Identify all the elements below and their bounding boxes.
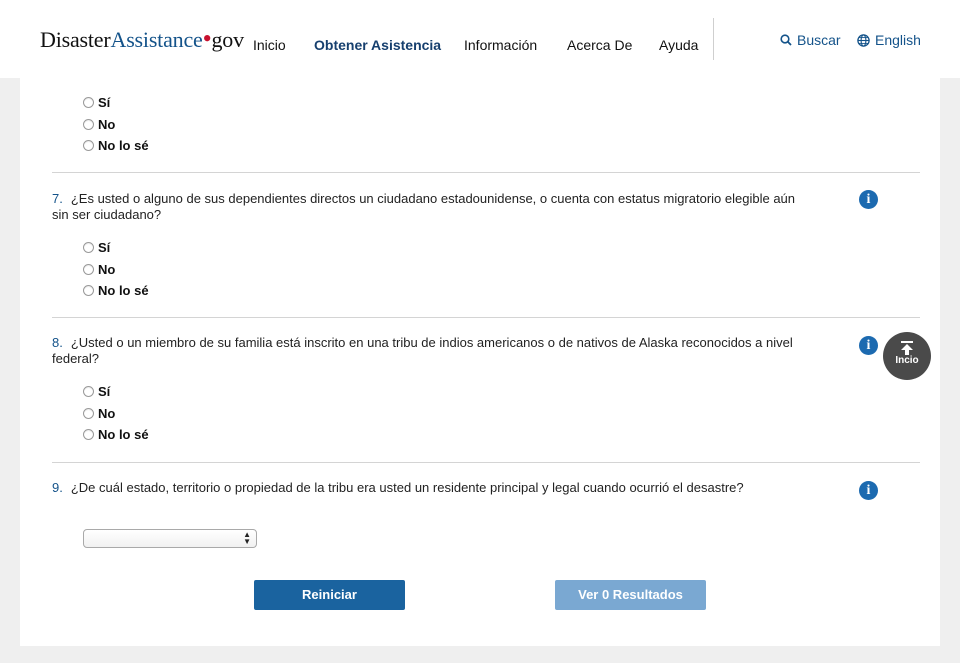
language-link[interactable]: English <box>857 32 921 48</box>
site-logo[interactable]: DisasterAssistance•gov <box>40 24 245 53</box>
radio-label: No lo sé <box>98 427 149 443</box>
radio-group-previous: Sí No No lo sé <box>83 92 149 157</box>
radio-button[interactable] <box>83 263 94 275</box>
radio-button[interactable] <box>83 140 94 152</box>
logo-text-disaster: Disaster <box>40 27 111 52</box>
info-icon[interactable]: i <box>859 481 878 500</box>
radio-option-si[interactable]: Sí <box>83 381 149 403</box>
radio-label: No lo sé <box>98 138 149 154</box>
nav-item-ayuda[interactable]: Ayuda <box>659 37 698 53</box>
nav-item-acerca-de[interactable]: Acerca De <box>567 37 632 53</box>
radio-label: Sí <box>98 95 111 111</box>
radio-option-no-lo-se[interactable]: No lo sé <box>83 280 149 302</box>
back-to-top-label: Incio <box>895 355 919 366</box>
question-8: 8. ¿Usted o un miembro de su familia está… <box>52 335 802 367</box>
radio-button[interactable] <box>83 407 94 419</box>
radio-group-question-8: Sí No No lo sé <box>83 381 149 446</box>
radio-button[interactable] <box>83 285 94 297</box>
section-divider <box>52 172 920 173</box>
question-text: ¿Es usted o alguno de sus dependientes d… <box>52 191 796 222</box>
radio-button[interactable] <box>83 97 94 109</box>
info-icon[interactable]: i <box>859 336 878 355</box>
search-link[interactable]: Buscar <box>780 32 841 48</box>
nav-divider <box>713 18 714 60</box>
section-divider <box>52 462 920 463</box>
nav-item-inicio[interactable]: Inicio <box>253 37 286 53</box>
radio-option-no[interactable]: No <box>83 259 149 281</box>
search-icon <box>780 34 792 46</box>
back-to-top-button[interactable]: Incio <box>883 332 931 380</box>
questionnaire-panel: Sí No No lo sé 7. ¿Es usted o alguno de s… <box>20 78 940 646</box>
radio-option-no[interactable]: No <box>83 403 149 425</box>
info-icon[interactable]: i <box>859 190 878 209</box>
radio-button[interactable] <box>83 118 94 130</box>
logo-text-assistance: Assistance <box>110 27 203 52</box>
radio-option-no-lo-se[interactable]: No lo sé <box>83 424 149 446</box>
radio-label: Sí <box>98 384 111 400</box>
question-number: 8. <box>52 335 63 350</box>
question-text: ¿De cuál estado, territorio o propiedad … <box>70 480 744 495</box>
nav-item-obtener-asistencia[interactable]: Obtener Asistencia <box>314 37 441 53</box>
radio-option-si[interactable]: Sí <box>83 92 149 114</box>
radio-option-no-lo-se[interactable]: No lo sé <box>83 135 149 157</box>
radio-group-question-7: Sí No No lo sé <box>83 237 149 302</box>
logo-text-gov: gov <box>211 27 245 52</box>
radio-option-si[interactable]: Sí <box>83 237 149 259</box>
question-9: 9. ¿De cuál estado, territorio o propieda… <box>52 480 802 496</box>
radio-option-no[interactable]: No <box>83 114 149 136</box>
reset-button[interactable]: Reiniciar <box>254 580 405 610</box>
select-arrows-icon: ▲ ▼ <box>243 530 251 546</box>
language-label: English <box>875 32 921 48</box>
radio-button[interactable] <box>83 242 94 254</box>
site-header: DisasterAssistance•gov Inicio Obtener As… <box>0 0 960 78</box>
radio-label: No lo sé <box>98 283 149 299</box>
question-text: ¿Usted o un miembro de su familia está i… <box>52 335 793 366</box>
question-number: 7. <box>52 191 63 206</box>
radio-label: No <box>98 405 116 421</box>
search-label: Buscar <box>797 32 841 48</box>
radio-button[interactable] <box>83 429 94 441</box>
view-results-button[interactable]: Ver 0 Resultados <box>555 580 706 610</box>
radio-label: Sí <box>98 240 111 256</box>
question-number: 9. <box>52 480 63 495</box>
question-7: 7. ¿Es usted o alguno de sus dependientes… <box>52 191 802 223</box>
radio-button[interactable] <box>83 386 94 398</box>
nav-item-informacion[interactable]: Información <box>464 37 537 53</box>
section-divider <box>52 317 920 318</box>
radio-label: No <box>98 116 116 132</box>
state-select[interactable]: ▲ ▼ <box>83 529 257 548</box>
arrow-up-icon <box>883 341 931 355</box>
globe-icon <box>857 33 870 47</box>
logo-dot: • <box>202 24 212 53</box>
radio-label: No <box>98 261 116 277</box>
